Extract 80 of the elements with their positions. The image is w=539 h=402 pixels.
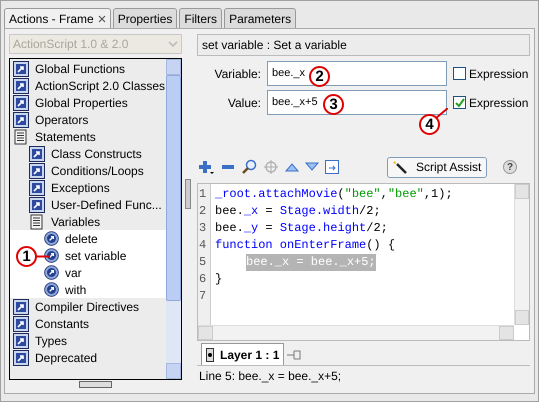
arrow-icon [13,298,29,314]
tree-item[interactable]: var [10,264,166,281]
tree-item[interactable]: Types [10,332,166,349]
panel-tab[interactable]: Parameters [224,8,296,28]
checkbox[interactable] [453,67,466,80]
field-label: Value: [226,94,262,112]
add-icon[interactable] [197,159,215,175]
script-assist-button[interactable]: Script Assist [387,156,487,178]
tree-item[interactable]: Operators [10,111,166,128]
line-number: 7 [198,288,208,305]
scrollbar[interactable] [166,59,181,379]
line-number: 2 [198,203,208,220]
tree-item[interactable]: delete [10,230,166,247]
collapse-handle[interactable] [185,179,191,209]
tree-item[interactable]: Global Functions [10,60,166,77]
line-number: 4 [198,237,208,254]
checkbox[interactable] [453,96,466,109]
arrow-icon [44,282,59,297]
search-icon[interactable] [241,159,257,175]
arrow-icon [29,196,45,212]
line-number: 1 [198,186,208,203]
splitter-handle[interactable] [79,381,112,388]
arrow-icon [13,112,29,128]
layer-tab[interactable]: Layer 1 : 1 [201,343,284,365]
code-editor[interactable]: 1 2 3 4 5 6 7 _root.attachMovie("bee","bee",1); bee._x = Stage.width/2; bee._y = Stage.height/2; function onEnterFrame() { bee._x = bee._x+5; } [197,183,530,341]
description-bar: set variable : Set a variable [197,34,530,56]
line-number: 3 [198,220,208,237]
book-icon [29,214,45,230]
line-number: 6 [198,271,208,288]
scrollbar[interactable] [514,184,529,325]
scrollbar[interactable] [198,325,514,340]
arrow-icon [29,180,45,196]
down-arrow-icon[interactable] [305,162,319,172]
checkbox-label: Expression [469,66,528,82]
arrow-icon [44,248,59,263]
arrow-icon [13,350,29,366]
tree-item[interactable]: ActionScript 2.0 Classes [10,77,166,94]
checkbox-label: Expression [469,94,528,112]
magic-wand-icon [392,160,408,174]
tree-item[interactable]: Exceptions [10,179,166,196]
tree-item[interactable]: Global Properties [10,94,166,111]
leader-line [436,108,448,118]
arrow-icon [13,78,29,94]
arrow-icon [13,94,29,110]
pin-icon[interactable] [286,349,302,361]
tree-item[interactable]: Variables [10,213,166,230]
tree-item[interactable]: User-Defined Func... [10,196,166,213]
arrow-icon [29,146,45,162]
tree-item[interactable]: Deprecated [10,349,166,366]
tree-item[interactable]: Statements [10,128,166,145]
field-label: Variable: [214,66,262,82]
code-line: function onEnterFrame() { [215,237,396,254]
code-line: bee._x = Stage.width/2; [215,203,381,220]
arrow-icon [13,332,29,348]
code-line: _root.attachMovie("bee","bee",1); [215,186,453,203]
panel-icon[interactable] [325,160,339,174]
arrow-icon [13,60,29,76]
code-line: bee._y = Stage.height/2; [215,220,388,237]
leader-line [37,255,50,258]
up-arrow-icon[interactable] [285,162,299,172]
book-icon [13,128,29,144]
tree-item[interactable]: Conditions/Loops [10,162,166,179]
tree-item[interactable]: Constants [10,315,166,332]
panel-tab[interactable]: Filters [179,8,222,28]
tree-item[interactable]: Class Constructs [10,145,166,162]
arrow-icon [29,162,45,178]
status-text: Line 5: bee._x = bee._x+5; [198,368,342,385]
layer-icon [206,348,214,362]
help-button[interactable]: ? [503,160,517,174]
minus-icon[interactable] [221,163,235,171]
close-icon[interactable] [98,14,106,22]
arrow-icon [44,231,59,246]
code-line: } [215,271,222,288]
panel-tab[interactable]: Properties [112,8,178,28]
arrow-icon [13,316,29,332]
tree-item[interactable]: Compiler Directives [10,298,166,315]
arrow-icon [44,265,59,280]
line-number: 5 [198,254,208,271]
panel-tab[interactable]: Actions - Frame [4,8,111,28]
tree-item[interactable]: with [10,281,166,298]
